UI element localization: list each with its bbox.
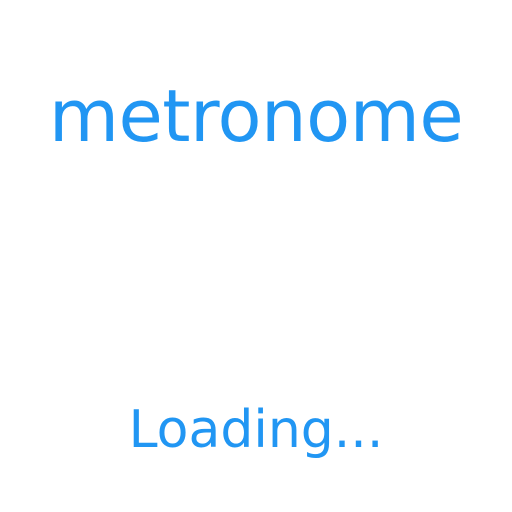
- app-title: metronome: [48, 74, 464, 158]
- loading-status: Loading...: [128, 400, 384, 460]
- splash-screen: metronome Loading...: [0, 0, 512, 512]
